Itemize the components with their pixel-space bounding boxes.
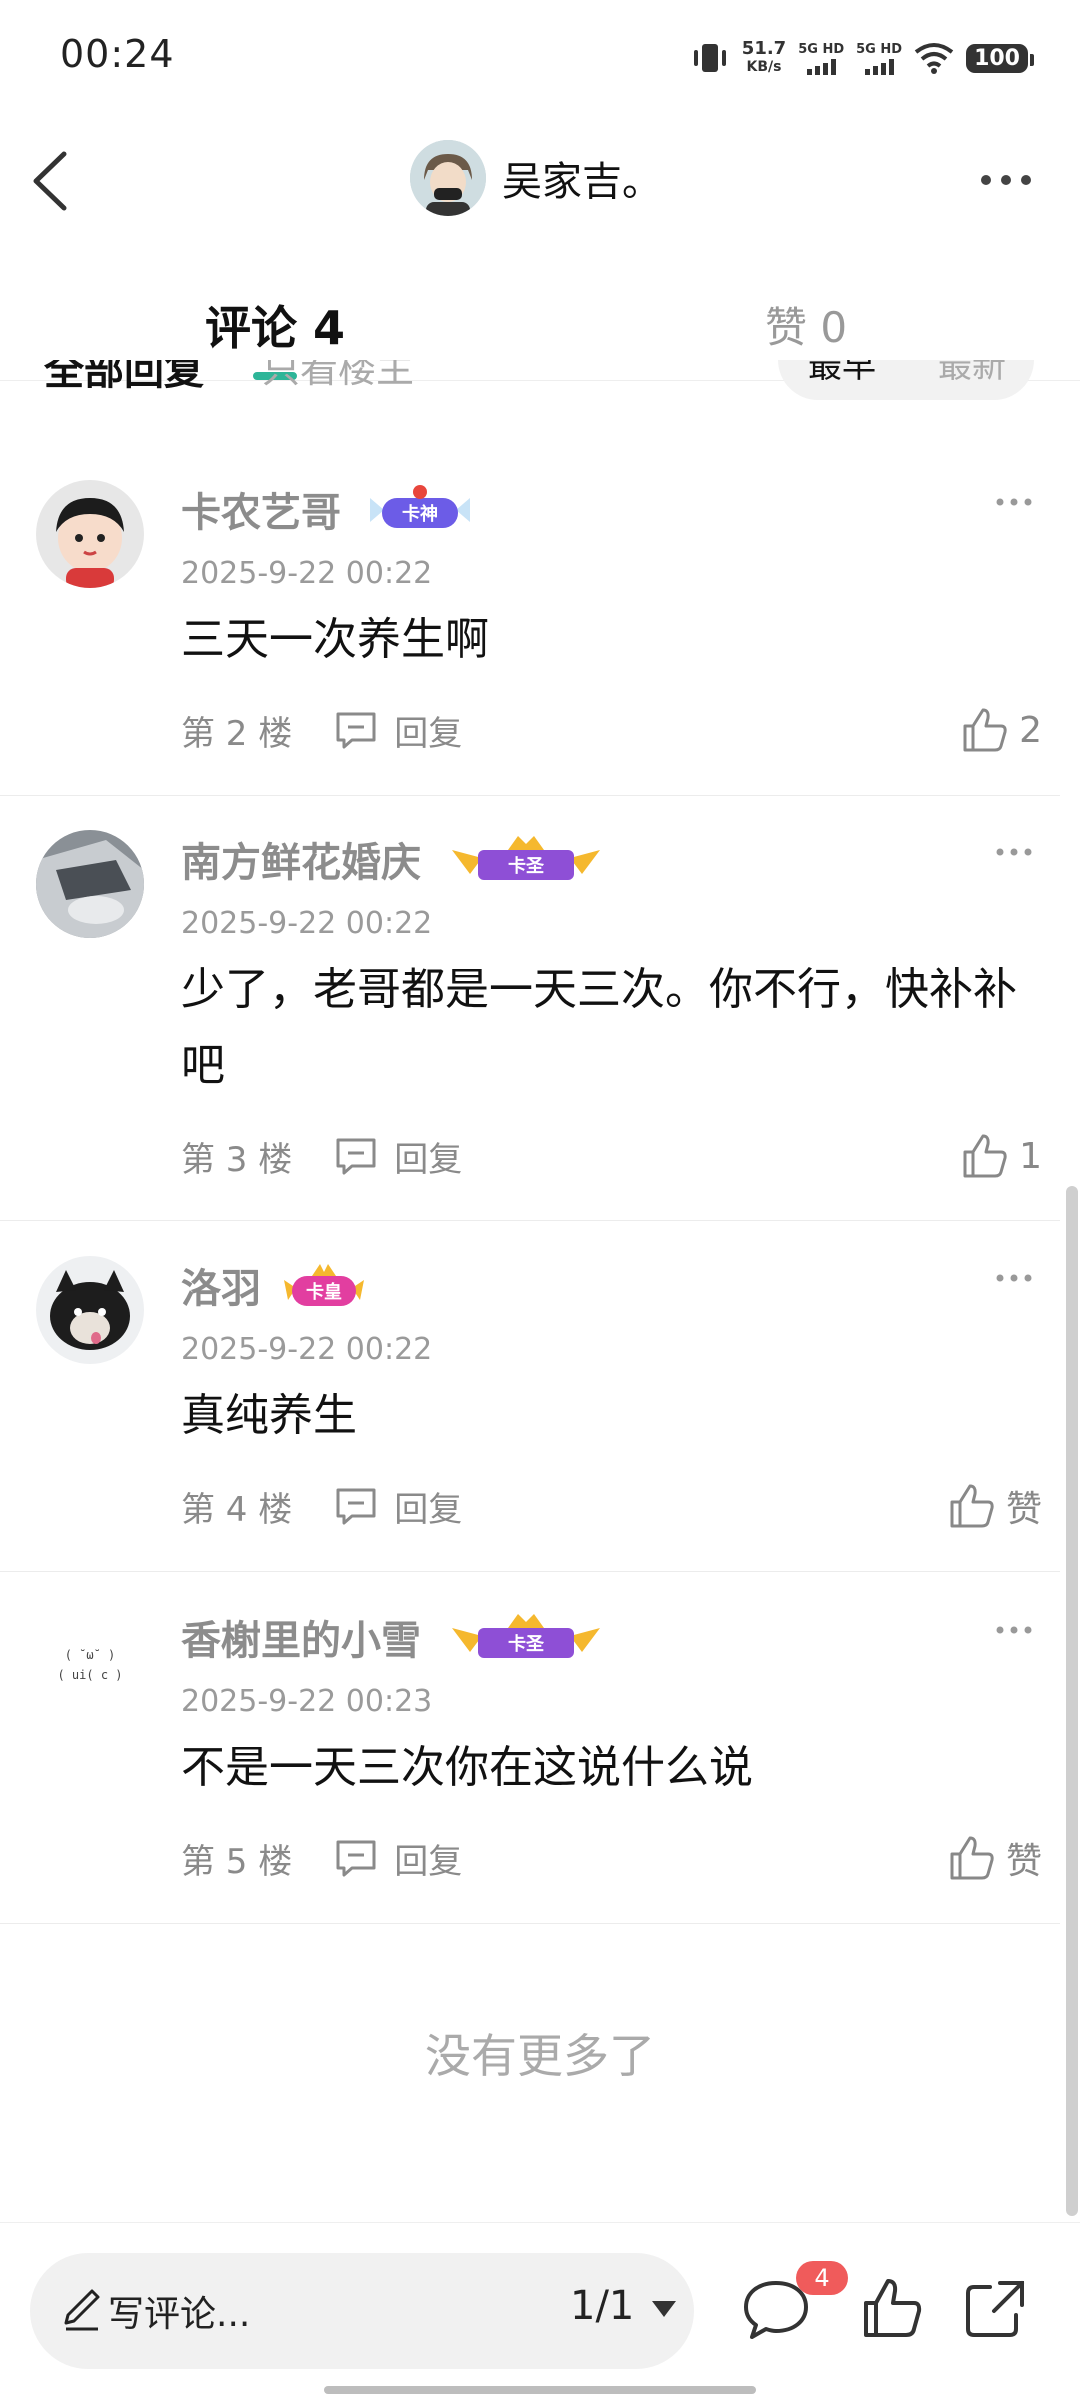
status-icons: 51.7 KB/s 5G HD 5G HD 100 xyxy=(690,30,1034,86)
sim1-signal: 5G HD xyxy=(798,42,844,75)
level-badge: 卡圣 xyxy=(452,1614,600,1658)
like-button[interactable]: 赞 xyxy=(948,1478,1042,1534)
dropdown-arrow-icon[interactable] xyxy=(650,2299,678,2319)
thumbs-up-icon xyxy=(963,708,1007,752)
floor-number: 第 3 楼 xyxy=(181,1139,293,1180)
sort-latest[interactable]: 最新 xyxy=(938,360,1006,387)
top-bar: 吴家吉。 xyxy=(0,120,1080,240)
comment-more-icon[interactable] xyxy=(994,482,1034,522)
filter-all-replies[interactable]: 全部回复 xyxy=(44,360,204,396)
comment-content: 三天一次养生啊 xyxy=(181,614,489,665)
back-arrow-icon[interactable] xyxy=(24,146,84,216)
write-comment-placeholder: 写评论... xyxy=(108,2294,251,2335)
comment-count-badge: 4 xyxy=(796,2261,848,2295)
commenter-avatar[interactable]: ( ˘ω˘ ) ( ui( c ) xyxy=(36,1608,144,1716)
thumbs-up-icon[interactable] xyxy=(856,2273,928,2345)
comment-time: 2025-9-22 00:23 xyxy=(181,1684,433,1719)
comment-footer: 第 3 楼 回复 xyxy=(181,1128,462,1184)
thumbs-up-icon xyxy=(950,1836,994,1880)
comment-time: 2025-9-22 00:22 xyxy=(181,1332,433,1367)
reply-icon xyxy=(336,1138,376,1175)
level-badge: 卡圣 xyxy=(452,836,600,880)
commenter-avatar[interactable] xyxy=(36,830,144,938)
wifi-icon xyxy=(914,43,954,74)
comment-item: 南方鲜花婚庆 卡圣 2025-9-22 00:22 少了，老哥都是一天三次。你不… xyxy=(0,810,1060,1221)
reply-icon xyxy=(336,712,376,749)
floor-number: 第 2 楼 xyxy=(181,713,293,754)
pencil-icon xyxy=(64,2289,100,2331)
tab-likes[interactable]: 赞 0 xyxy=(765,294,847,355)
commenter-name[interactable]: 卡农艺哥 xyxy=(181,480,341,538)
comment-more-icon[interactable] xyxy=(994,1258,1034,1298)
scrollbar[interactable] xyxy=(1066,1186,1078,2216)
commenter-avatar[interactable] xyxy=(36,480,144,588)
level-badge: 卡皇 xyxy=(284,1264,364,1306)
reply-button[interactable]: 回复 xyxy=(332,706,462,755)
floor-number: 第 5 楼 xyxy=(181,1841,293,1882)
commenter-name[interactable]: 洛羽 xyxy=(181,1256,261,1314)
avatar-kaomoji-line1: ( ˘ω˘ ) xyxy=(64,1648,116,1662)
like-count: 2 xyxy=(1019,709,1042,751)
comment-item: ( ˘ω˘ ) ( ui( c ) 香榭里的小雪 卡圣 2025-9-22 00… xyxy=(0,1588,1060,1924)
comment-item: 卡农艺哥 卡神 2025-9-22 00:22 三天一次养生啊 第 2 楼 回复… xyxy=(0,460,1060,796)
avatar-kaomoji-line2: ( ui( c ) xyxy=(57,1668,123,1682)
network-speed: 51.7 KB/s xyxy=(741,38,787,76)
sort-earliest[interactable]: 最早 xyxy=(808,360,876,387)
commenter-name[interactable]: 南方鲜花婚庆 xyxy=(181,830,421,888)
comment-more-icon[interactable] xyxy=(994,1610,1034,1650)
comment-content: 不是一天三次你在这说什么说 xyxy=(181,1742,753,1793)
like-label: 赞 xyxy=(1005,1841,1042,1882)
like-label: 赞 xyxy=(1005,1489,1042,1530)
comment-content: 少了，老哥都是一天三次。你不行，快补补吧 xyxy=(181,964,1017,1091)
author-avatar[interactable] xyxy=(410,140,486,216)
bottom-action-bar: 写评论... 1/1 4 xyxy=(0,2222,1080,2401)
level-badge: 卡神 xyxy=(370,485,470,528)
comment-footer: 第 2 楼 回复 xyxy=(181,702,462,758)
reply-icon xyxy=(336,1488,376,1525)
sort-toggle[interactable]: 最早 最新 xyxy=(778,360,1034,400)
svg-text:卡圣: 卡圣 xyxy=(508,1633,545,1655)
status-bar: 00:24 51.7 KB/s 5G HD 5G HD 100 xyxy=(0,0,1080,110)
comment-time: 2025-9-22 00:22 xyxy=(181,556,433,591)
commenter-name[interactable]: 香榭里的小雪 xyxy=(181,1608,421,1666)
svg-text:卡神: 卡神 xyxy=(402,503,438,525)
like-button[interactable]: 赞 xyxy=(948,1830,1042,1886)
post-author[interactable]: 吴家吉。 xyxy=(410,140,662,216)
like-button[interactable]: 1 xyxy=(961,1128,1042,1184)
write-comment-input[interactable]: 写评论... 1/1 xyxy=(30,2253,694,2369)
comment-time: 2025-9-22 00:22 xyxy=(181,906,433,941)
floor-number: 第 4 楼 xyxy=(181,1489,293,1530)
svg-text:卡皇: 卡皇 xyxy=(306,1281,342,1303)
home-indicator[interactable] xyxy=(324,2386,756,2394)
battery-indicator: 100 xyxy=(966,43,1034,73)
reply-button[interactable]: 回复 xyxy=(332,1834,462,1883)
comment-item: 洛羽 卡皇 2025-9-22 00:22 真纯养生 第 4 楼 回复 赞 xyxy=(0,1236,1060,1572)
sim2-signal: 5G HD xyxy=(856,42,902,75)
commenter-avatar[interactable] xyxy=(36,1256,144,1364)
comment-footer: 第 5 楼 回复 xyxy=(181,1830,462,1886)
tab-comments[interactable]: 评论 4 xyxy=(205,292,345,358)
like-button[interactable]: 2 xyxy=(961,702,1042,758)
svg-text:卡圣: 卡圣 xyxy=(508,855,545,877)
comment-footer: 第 4 楼 回复 xyxy=(181,1478,462,1534)
end-of-list-text: 没有更多了 xyxy=(425,2029,655,2083)
status-time: 00:24 xyxy=(60,32,175,76)
thumbs-up-icon xyxy=(950,1484,994,1528)
filter-only-op[interactable]: 只看楼主 xyxy=(262,360,414,393)
more-options-icon[interactable] xyxy=(976,160,1036,200)
vibrate-icon xyxy=(693,44,726,72)
filter-row: 全部回复 只看楼主 最早 最新 xyxy=(0,360,1080,420)
reply-icon xyxy=(336,1840,376,1877)
share-icon[interactable] xyxy=(960,2273,1032,2345)
like-count: 1 xyxy=(1019,1135,1042,1177)
reply-button[interactable]: 回复 xyxy=(332,1132,462,1181)
page-indicator[interactable]: 1/1 xyxy=(570,2283,634,2329)
comment-more-icon[interactable] xyxy=(994,832,1034,872)
comment-content: 真纯养生 xyxy=(181,1390,357,1441)
header-title: 吴家吉。 xyxy=(502,159,662,205)
reply-button[interactable]: 回复 xyxy=(332,1482,462,1531)
thumbs-up-icon xyxy=(963,1134,1007,1178)
